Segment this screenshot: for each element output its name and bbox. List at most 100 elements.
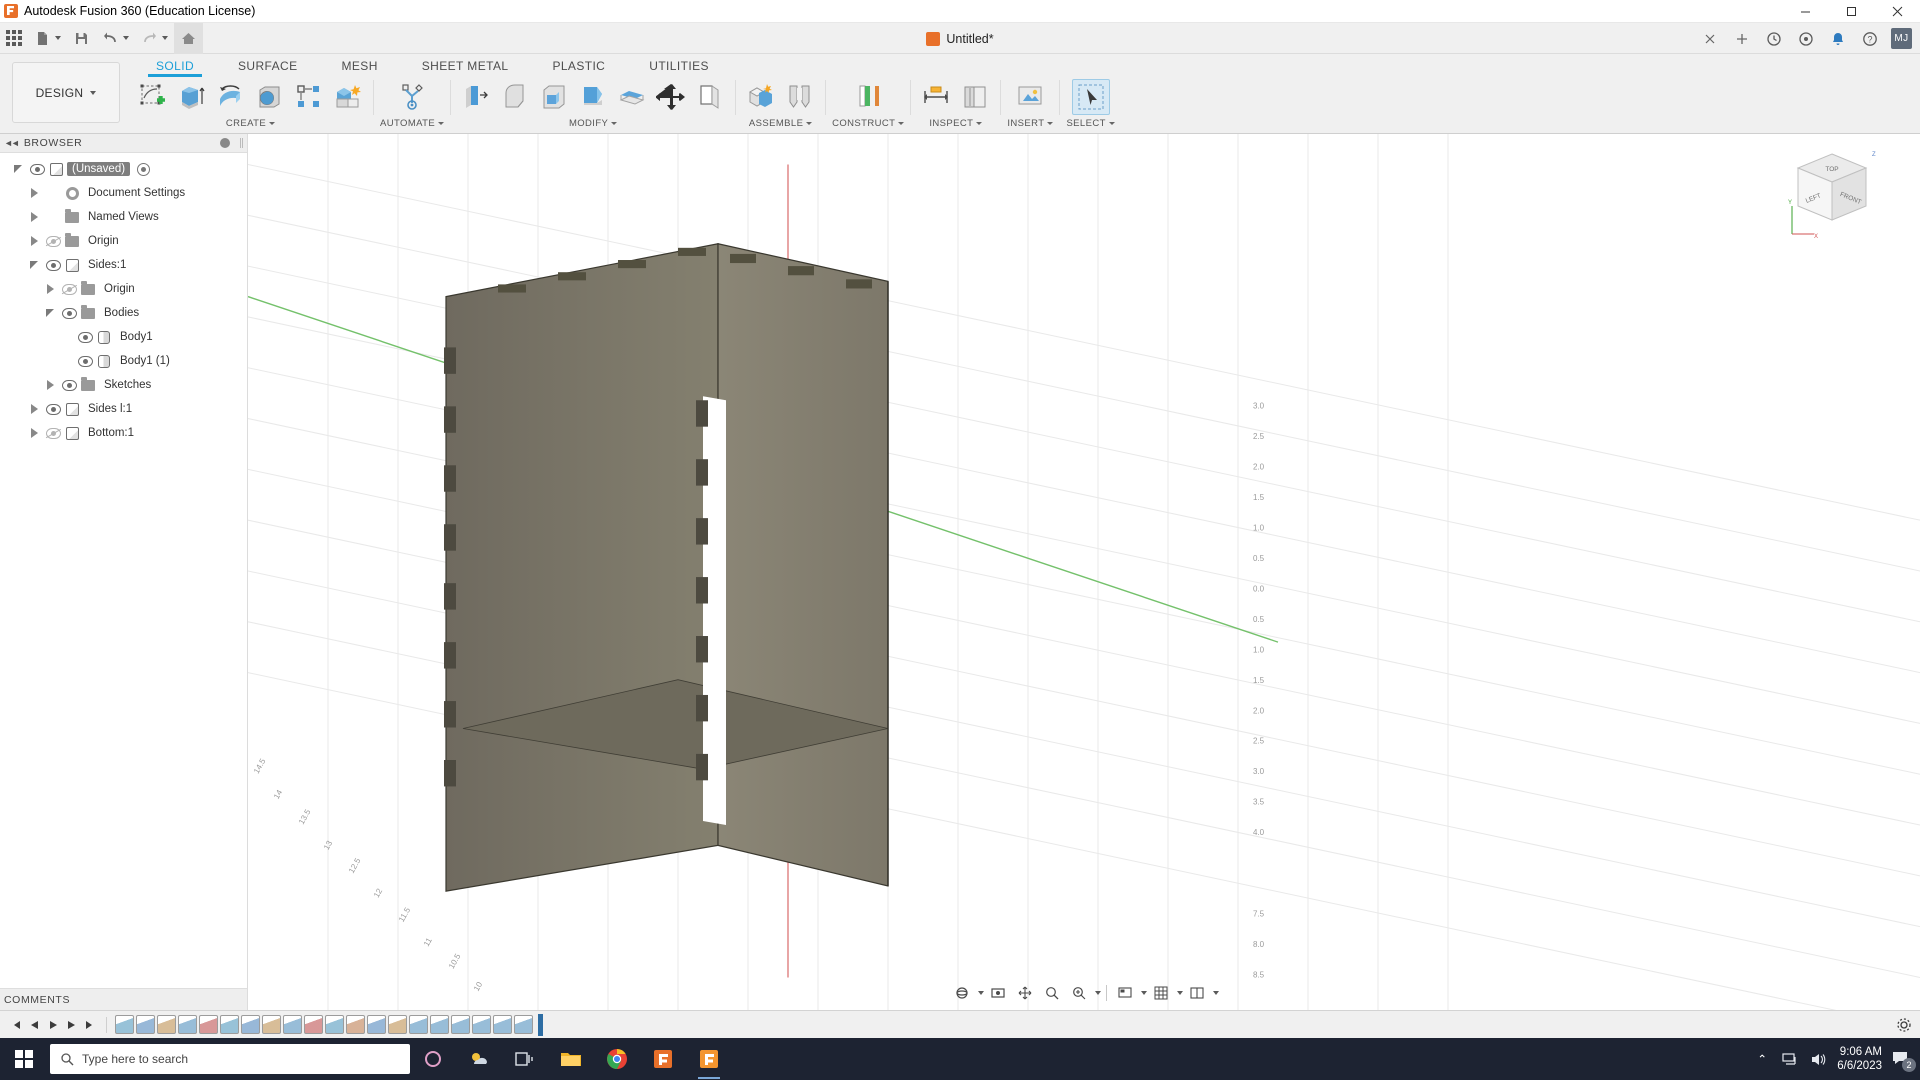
move-copy-icon[interactable]: [652, 79, 690, 115]
document-tab-untitled[interactable]: Untitled*: [916, 28, 1003, 50]
tab-plastic[interactable]: PLASTIC: [530, 59, 627, 76]
undo-button[interactable]: [96, 23, 135, 54]
panel-modify-label[interactable]: MODIFY: [569, 118, 617, 129]
timeline-node-extrude[interactable]: [178, 1015, 197, 1034]
timeline-node-move[interactable]: [199, 1015, 218, 1034]
select-cursor-icon[interactable]: [1072, 79, 1110, 115]
tree-item-body1[interactable]: Body1: [0, 325, 247, 349]
shell-icon[interactable]: [535, 79, 573, 115]
panel-assemble-label[interactable]: ASSEMBLE: [749, 118, 812, 129]
chevron-down-icon[interactable]: [1095, 991, 1101, 995]
action-center-icon[interactable]: 2: [1892, 1050, 1912, 1068]
expand-arrow-icon[interactable]: [26, 233, 42, 249]
timeline-node-copy[interactable]: [304, 1015, 323, 1034]
tree-item-bottom-1[interactable]: Bottom:1: [0, 421, 247, 445]
chevron-down-icon[interactable]: [1141, 991, 1147, 995]
timeline-node-mirror[interactable]: [220, 1015, 239, 1034]
save-button[interactable]: [67, 23, 96, 54]
tree-item-unsaved[interactable]: (Unsaved): [0, 157, 247, 181]
timeline-playhead[interactable]: [538, 1014, 543, 1036]
visibility-eye-icon[interactable]: [29, 161, 45, 177]
align-icon[interactable]: [691, 79, 729, 115]
tree-item-sides-l-1[interactable]: Sides l:1: [0, 397, 247, 421]
fusion-taskbar-icon[interactable]: [640, 1038, 686, 1080]
window-minimize-button[interactable]: [1782, 0, 1828, 23]
extrude-icon[interactable]: [173, 79, 211, 115]
pan-icon[interactable]: [1012, 981, 1038, 1005]
3d-viewport[interactable]: 3.02.52.0 1.51.00.5 0.00.51.0 1.52.02.5 …: [248, 134, 1920, 1010]
timeline-node-component[interactable]: [136, 1015, 155, 1034]
timeline-node-sketch[interactable]: [115, 1015, 134, 1034]
window-close-button[interactable]: [1874, 0, 1920, 23]
window-maximize-button[interactable]: [1828, 0, 1874, 23]
timeline-node-extrude-7[interactable]: [493, 1015, 512, 1034]
zoom-fit-icon[interactable]: [1066, 981, 1092, 1005]
browser-close-icon[interactable]: [220, 138, 230, 148]
browser-resize-grip[interactable]: [240, 138, 243, 148]
joint-icon[interactable]: [781, 79, 819, 115]
create-sketch-icon[interactable]: [134, 79, 172, 115]
tree-item-bodies[interactable]: Bodies: [0, 301, 247, 325]
timeline-node-sketch-3[interactable]: [262, 1015, 281, 1034]
jump-end-icon[interactable]: [82, 1015, 99, 1035]
chevron-down-icon[interactable]: [1213, 991, 1219, 995]
panel-insert-label[interactable]: INSERT: [1007, 118, 1053, 129]
timeline-node-extrude-2[interactable]: [325, 1015, 344, 1034]
visibility-eye-icon[interactable]: [61, 305, 77, 321]
taskbar-clock[interactable]: 9:06 AM 6/6/2023: [1837, 1045, 1882, 1073]
tab-sheet-metal[interactable]: SHEET METAL: [400, 59, 531, 76]
activate-component-radio[interactable]: [137, 163, 150, 176]
visibility-eye-off-icon[interactable]: [45, 233, 61, 249]
windows-start-icon[interactable]: [0, 1038, 48, 1080]
cortana-icon[interactable]: [410, 1038, 456, 1080]
timeline-node-extrude-5[interactable]: [451, 1015, 470, 1034]
tree-item-origin[interactable]: Origin: [0, 277, 247, 301]
hole-icon[interactable]: [251, 79, 289, 115]
expand-arrow-icon[interactable]: [26, 185, 42, 201]
tree-item-sides-1[interactable]: Sides:1: [0, 253, 247, 277]
tray-chevron-icon[interactable]: ⌃: [1753, 1050, 1771, 1068]
task-view-icon[interactable]: [502, 1038, 548, 1080]
panel-create-label[interactable]: CREATE: [226, 118, 275, 129]
chrome-icon[interactable]: [594, 1038, 640, 1080]
timeline-node-extrude-4[interactable]: [430, 1015, 449, 1034]
avatar[interactable]: MJ: [1891, 28, 1912, 49]
new-component-icon[interactable]: [742, 79, 780, 115]
search-input[interactable]: Type here to search: [50, 1044, 410, 1074]
viewports-icon[interactable]: [1184, 981, 1210, 1005]
tab-mesh[interactable]: MESH: [320, 59, 400, 76]
look-at-icon[interactable]: [985, 981, 1011, 1005]
tab-surface[interactable]: SURFACE: [216, 59, 319, 76]
comments-header[interactable]: COMMENTS: [0, 988, 247, 1010]
help-icon[interactable]: ?: [1855, 26, 1885, 52]
pattern-icon[interactable]: [290, 79, 328, 115]
jump-start-icon[interactable]: [6, 1015, 23, 1035]
panel-inspect-label[interactable]: INSPECT: [929, 118, 982, 129]
job-status-icon[interactable]: [1759, 26, 1789, 52]
scale-icon[interactable]: [613, 79, 651, 115]
create-form-icon[interactable]: [329, 79, 367, 115]
fusion-active-icon[interactable]: [686, 1038, 732, 1080]
collapse-panel-icon[interactable]: ◄◄: [4, 138, 18, 148]
measure-icon[interactable]: [917, 79, 955, 115]
timeline-node-extrude-8[interactable]: [514, 1015, 533, 1034]
visibility-eye-icon[interactable]: [77, 353, 93, 369]
visibility-eye-off-icon[interactable]: [45, 425, 61, 441]
timeline-node-sketch-2[interactable]: [157, 1015, 176, 1034]
timeline-node-combine[interactable]: [241, 1015, 260, 1034]
tab-solid[interactable]: SOLID: [134, 59, 216, 76]
timeline-node-component-2[interactable]: [367, 1015, 386, 1034]
grid-snaps-icon[interactable]: [1148, 981, 1174, 1005]
section-analysis-icon[interactable]: [956, 79, 994, 115]
expand-arrow-icon[interactable]: [26, 209, 42, 225]
collapse-arrow-icon[interactable]: [26, 257, 42, 273]
view-cube[interactable]: TOP LEFT FRONT Y X Z: [1786, 148, 1878, 240]
offset-plane-icon[interactable]: [849, 79, 887, 115]
zoom-icon[interactable]: [1039, 981, 1065, 1005]
panel-select-label[interactable]: SELECT: [1066, 118, 1114, 129]
draft-icon[interactable]: [574, 79, 612, 115]
home-button[interactable]: [174, 23, 203, 54]
visibility-eye-icon[interactable]: [45, 401, 61, 417]
timeline-settings-icon[interactable]: [1894, 1015, 1914, 1035]
tab-utilities[interactable]: UTILITIES: [627, 59, 731, 76]
